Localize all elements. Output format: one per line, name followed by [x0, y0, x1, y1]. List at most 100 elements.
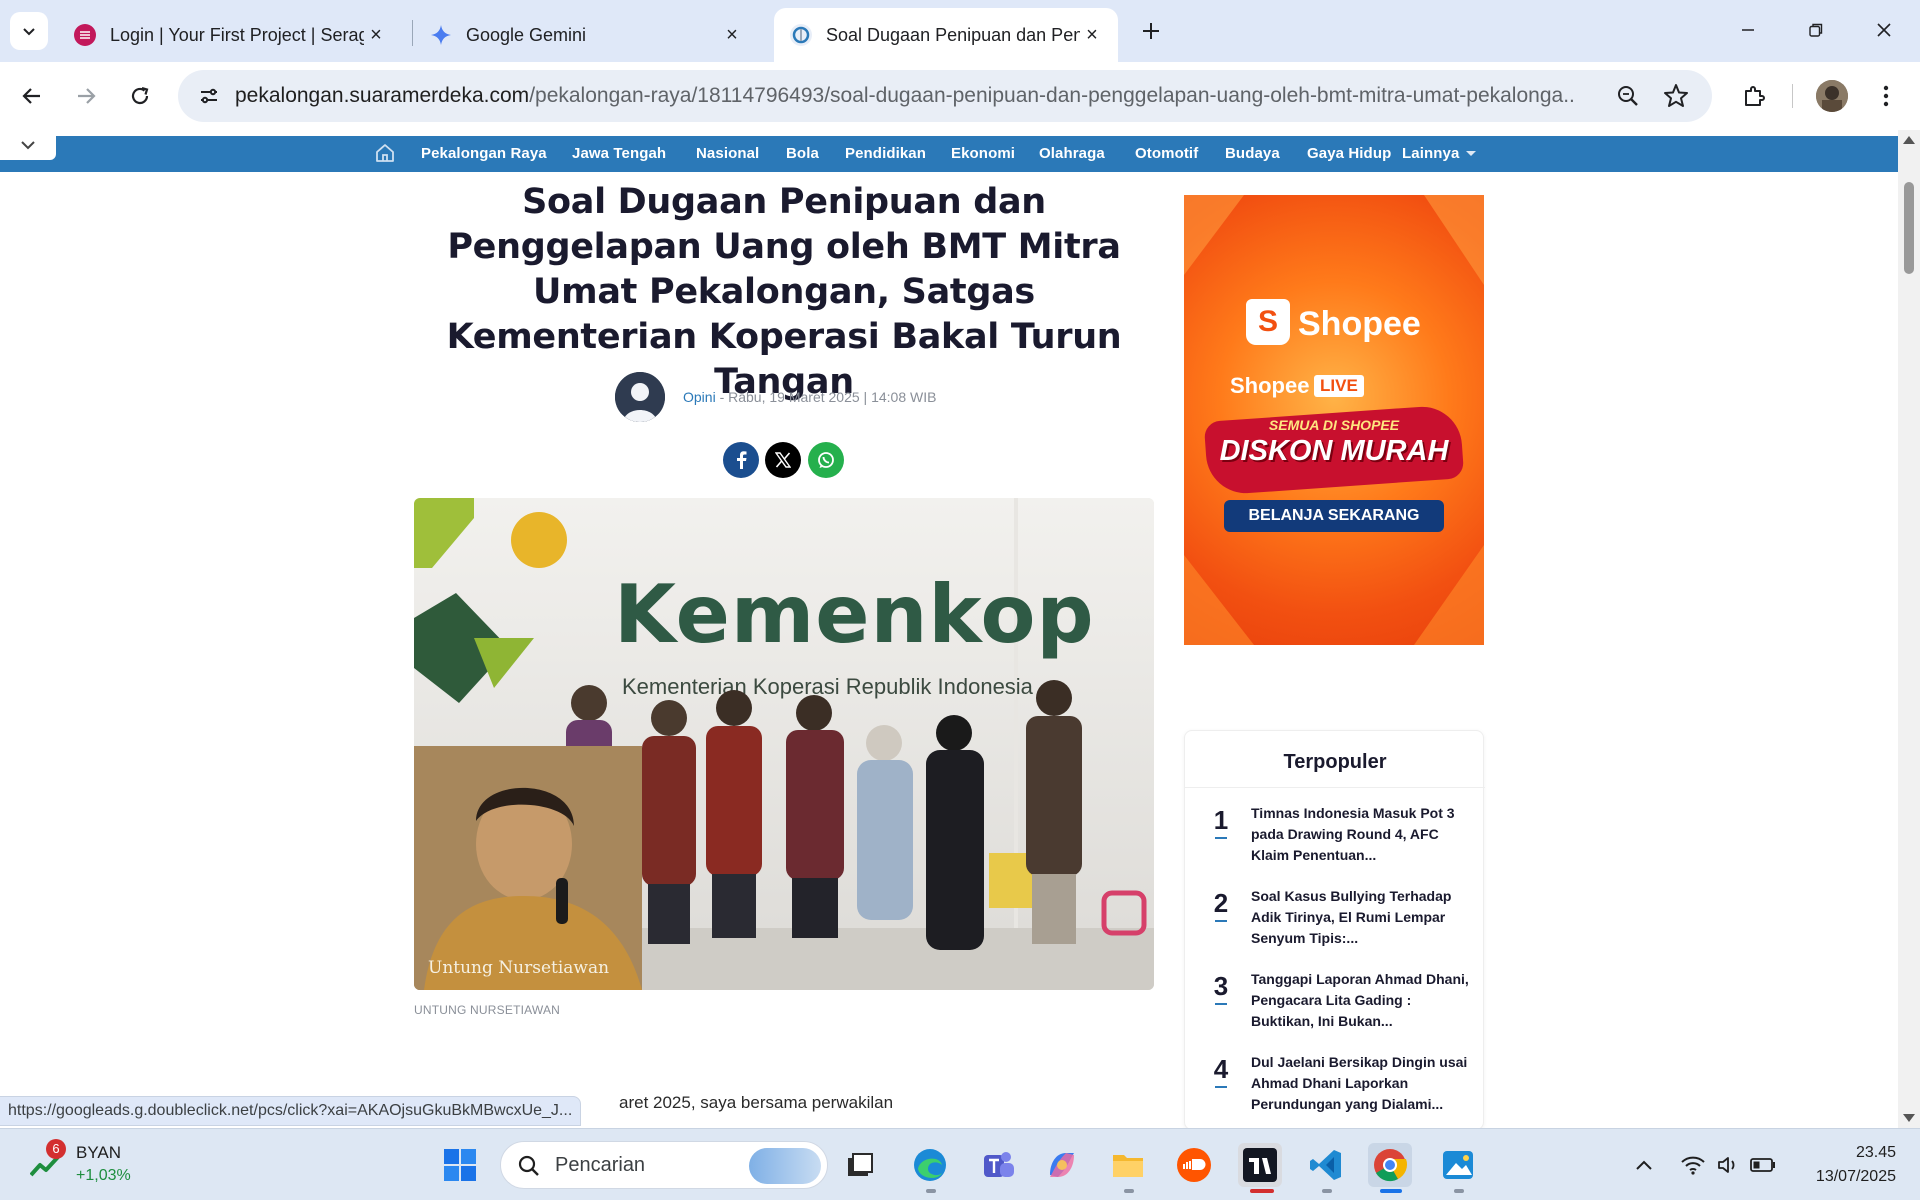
chrome-icon	[1374, 1149, 1408, 1182]
taskbar-clock[interactable]: 23.45 13/07/2025	[1776, 1141, 1896, 1189]
nav-item-lainnya[interactable]: Lainnya	[1402, 145, 1459, 162]
nav-item-nasional[interactable]: Nasional	[696, 145, 759, 162]
clock-date: 13/07/2025	[1815, 1168, 1896, 1185]
close-icon[interactable]: ×	[720, 23, 744, 47]
taskbar-tradingview[interactable]	[1238, 1143, 1282, 1187]
nav-item-pendidikan[interactable]: Pendidikan	[845, 145, 926, 162]
author-link[interactable]: Opini	[683, 389, 716, 405]
scroll-down-arrow-icon[interactable]	[1903, 1114, 1915, 1122]
image-inset-portrait: Untung Nursetiawan	[414, 746, 642, 990]
url-path: /pekalongan-raya/18114796493/soal-dugaan…	[529, 84, 1575, 107]
search-placeholder: Pencarian	[555, 1154, 646, 1176]
plus-icon	[1143, 23, 1159, 39]
share-whatsapp-button[interactable]	[808, 442, 844, 478]
popular-item-title[interactable]: Timnas Indonesia Masuk Pot 3 pada Drawin…	[1251, 803, 1475, 866]
tab-serag[interactable]: Login | Your First Project | Serag ×	[58, 8, 402, 62]
close-icon	[1877, 23, 1891, 37]
nav-item-olahraga[interactable]: Olahraga	[1039, 145, 1105, 162]
profile-avatar[interactable]	[1816, 80, 1848, 112]
stock-widget[interactable]: 6 BYAN +1,03%	[24, 1139, 144, 1191]
popular-item[interactable]: 1 Timnas Indonesia Masuk Pot 3 pada Draw…	[1211, 803, 1475, 875]
tab-search-button[interactable]	[10, 12, 48, 50]
taskbar-teams[interactable]	[976, 1143, 1020, 1187]
nav-item-jawa-tengah[interactable]: Jawa Tengah	[572, 145, 666, 162]
nav-item-gaya-hidup[interactable]: Gaya Hidup	[1307, 145, 1391, 162]
clock-time: 23.45	[1855, 1144, 1896, 1161]
byline-meta: Opini - Rabu, 19 Maret 2025 | 14:08 WIB	[683, 389, 936, 405]
tray-overflow-button[interactable]	[1620, 1143, 1668, 1187]
taskbar-copilot[interactable]	[1040, 1143, 1084, 1187]
start-button[interactable]	[438, 1143, 482, 1187]
share-x-button[interactable]	[765, 442, 801, 478]
popular-item-title[interactable]: Dul Jaelani Bersikap Dingin usai Ahmad D…	[1251, 1052, 1475, 1115]
nav-item-budaya[interactable]: Budaya	[1225, 145, 1280, 162]
popular-rank: 2	[1213, 888, 1229, 918]
chevron-down-icon	[21, 141, 35, 150]
ad-live-badge: LIVE	[1314, 375, 1364, 397]
reload-button[interactable]	[120, 76, 160, 116]
close-icon[interactable]: ×	[1080, 23, 1104, 47]
nav-item-ekonomi[interactable]: Ekonomi	[951, 145, 1015, 162]
back-button[interactable]	[12, 76, 52, 116]
article-hero-image[interactable]: Kemenkop Kementerian Koperasi Republik I…	[414, 498, 1154, 990]
ad-brand: Shopee	[1298, 305, 1421, 343]
new-tab-button[interactable]	[1134, 14, 1168, 48]
author-avatar[interactable]	[615, 372, 665, 422]
ad-live-label: Shopee	[1230, 373, 1310, 398]
taskbar-vscode[interactable]	[1304, 1143, 1348, 1187]
share-facebook-button[interactable]	[723, 442, 759, 478]
gemini-favicon	[430, 24, 452, 46]
nav-item-bola[interactable]: Bola	[786, 145, 819, 162]
task-view-button[interactable]	[838, 1143, 882, 1187]
nav-item-pekalongan-raya[interactable]: Pekalongan Raya	[421, 145, 547, 162]
image-watermark: Untung Nursetiawan	[428, 958, 610, 978]
zoom-icon[interactable]	[1614, 82, 1642, 110]
tab-title: Soal Dugaan Penipuan dan Peng	[826, 24, 1080, 45]
arrow-left-icon	[22, 88, 40, 104]
taskbar-edge[interactable]	[908, 1143, 952, 1187]
publish-date: - Rabu, 19 Maret 2025 | 14:08 WIB	[715, 389, 937, 405]
popular-item-title[interactable]: Tanggapi Laporan Ahmad Dhani, Pengacara …	[1251, 969, 1475, 1032]
browser-menu-button[interactable]	[1866, 76, 1906, 116]
popular-item[interactable]: 3 Tanggapi Laporan Ahmad Dhani, Pengacar…	[1211, 969, 1475, 1041]
photos-icon	[1443, 1151, 1473, 1179]
restore-button[interactable]	[1792, 10, 1840, 50]
taskbar-photos[interactable]	[1436, 1143, 1480, 1187]
shopee-ad-banner[interactable]: S Shopee Shopee LIVE SEMUA DI SHOPEE DIS…	[1184, 195, 1484, 645]
windows-taskbar: 6 BYAN +1,03% Pencarian 23.45 13/07/2025	[0, 1128, 1920, 1200]
image-caption: UNTUNG NURSETIAWAN	[414, 1003, 561, 1017]
extensions-button[interactable]	[1734, 76, 1774, 116]
forward-button[interactable]	[66, 76, 106, 116]
tray-status-group[interactable]	[1668, 1143, 1788, 1187]
tab-gemini[interactable]: Google Gemini ×	[414, 8, 758, 62]
window-close-button[interactable]	[1860, 10, 1908, 50]
scroll-up-arrow-icon[interactable]	[1903, 136, 1915, 144]
restore-icon	[1809, 23, 1823, 37]
ad-cta-button[interactable]: BELANJA SEKARANG	[1224, 500, 1444, 532]
taskbar-soundcloud[interactable]	[1172, 1143, 1216, 1187]
nav-item-otomotif[interactable]: Otomotif	[1135, 145, 1198, 162]
scrollbar-thumb[interactable]	[1904, 182, 1914, 274]
navbar-collapse-button[interactable]	[0, 130, 56, 160]
search-icon	[518, 1155, 539, 1176]
suaramerdeka-favicon	[790, 24, 812, 46]
popular-item[interactable]: 4 Dul Jaelani Bersikap Dingin usai Ahmad…	[1211, 1052, 1475, 1124]
minimize-button[interactable]	[1724, 10, 1772, 50]
taskbar-search[interactable]: Pencarian	[500, 1141, 828, 1189]
address-bar[interactable]: pekalongan.suaramerdeka.com/pekalongan-r…	[178, 70, 1712, 122]
page-scrollbar[interactable]	[1898, 130, 1920, 1128]
home-icon[interactable]	[374, 142, 398, 166]
ad-tagline-main: DISKON MURAH	[1219, 435, 1449, 467]
taskbar-chrome[interactable]	[1368, 1143, 1412, 1187]
taskbar-file-explorer[interactable]	[1106, 1143, 1150, 1187]
reload-icon	[131, 86, 149, 105]
popular-item[interactable]: 2 Soal Kasus Bullying Terhadap Adik Tiri…	[1211, 886, 1475, 958]
site-info-icon[interactable]	[194, 81, 224, 111]
tab-suaramerdeka[interactable]: Soal Dugaan Penipuan dan Peng ×	[774, 8, 1118, 62]
vscode-icon	[1310, 1150, 1341, 1180]
arrow-right-icon	[78, 88, 96, 104]
popular-item-title[interactable]: Soal Kasus Bullying Terhadap Adik Tiriny…	[1251, 886, 1475, 949]
bookmark-star-icon[interactable]	[1662, 82, 1690, 110]
close-icon[interactable]: ×	[364, 23, 388, 47]
teams-icon	[984, 1152, 1014, 1177]
